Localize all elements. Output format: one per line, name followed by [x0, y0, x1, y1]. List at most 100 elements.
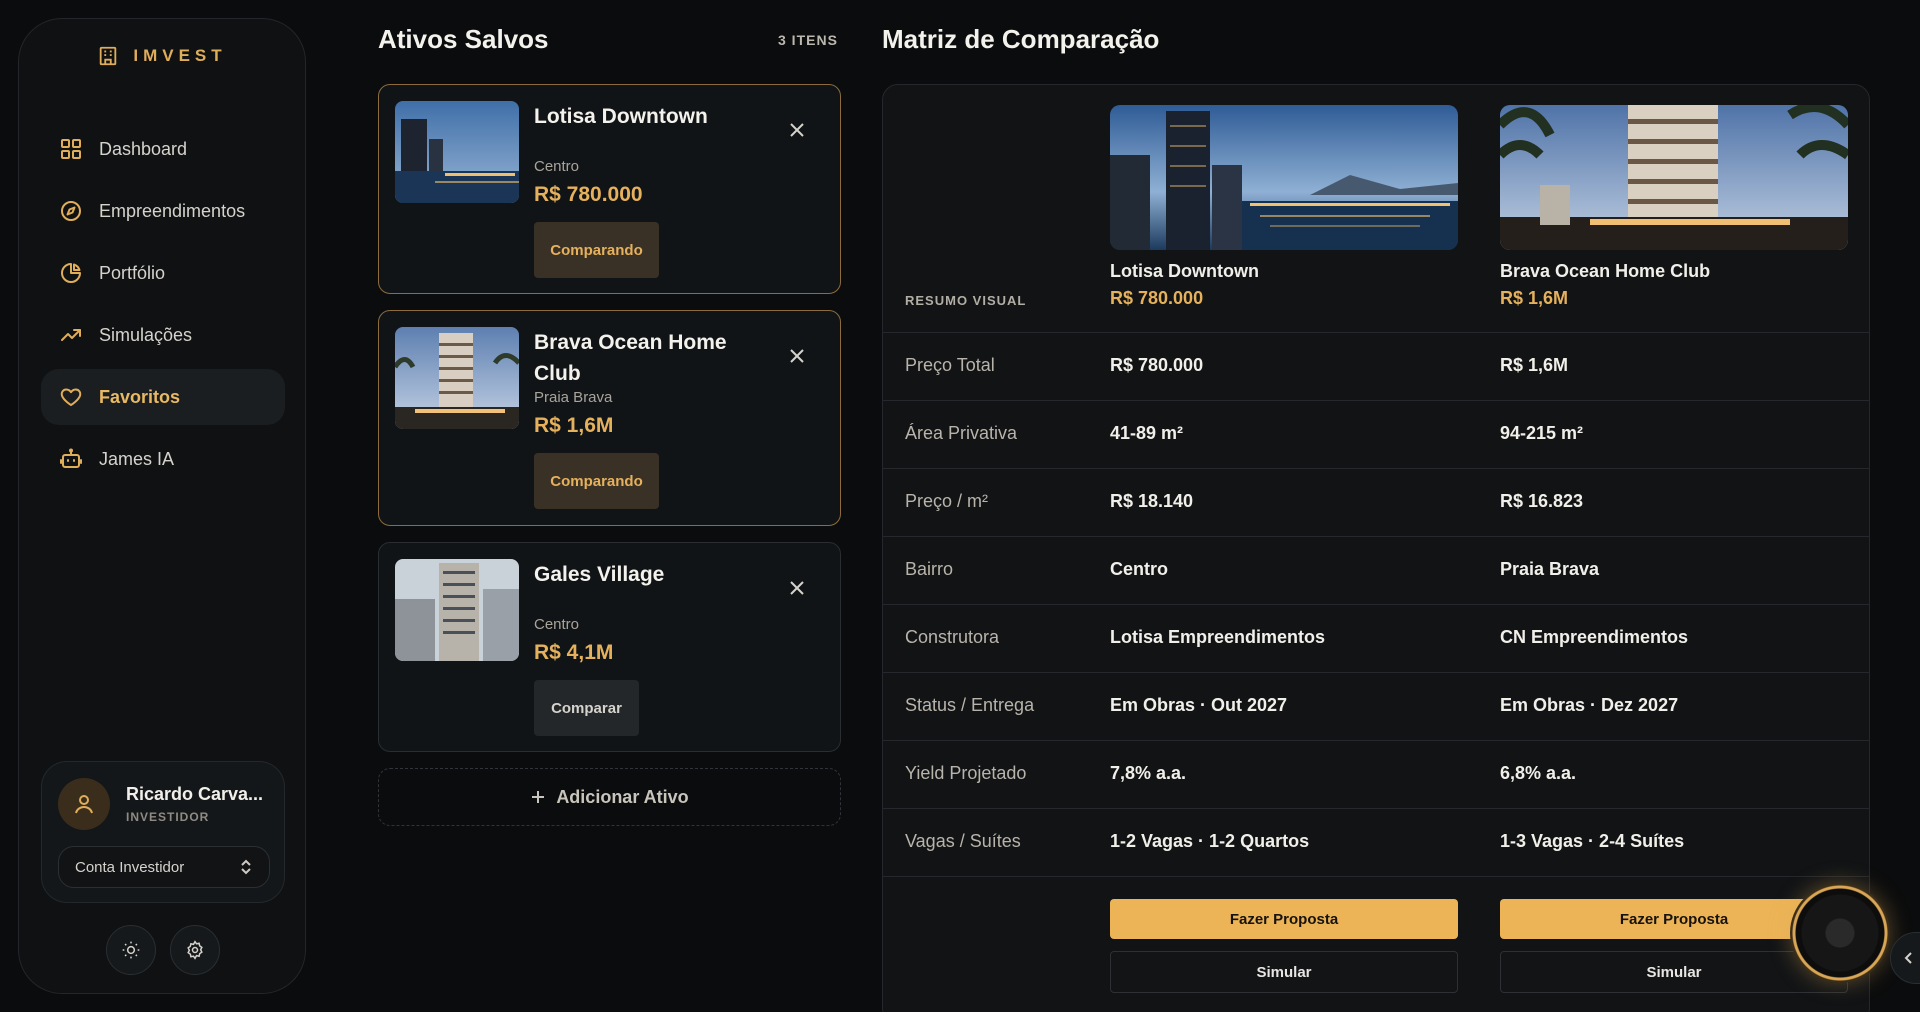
building-icon — [100, 46, 117, 66]
trending-up-icon — [61, 329, 81, 341]
avatar[interactable] — [58, 778, 110, 830]
property-name: Lotisa Downtown — [1110, 261, 1259, 281]
close-icon — [790, 581, 804, 595]
plus-icon — [532, 791, 545, 803]
asset-card[interactable]: Brava Ocean Home Club Praia Brava R$ 1,6… — [378, 310, 841, 526]
asset-name: Gales Village — [534, 563, 665, 586]
row-label: Área Privativa — [905, 423, 1018, 443]
simulate-button[interactable]: Simular — [1110, 951, 1458, 993]
compass-icon — [61, 201, 81, 221]
close-icon — [790, 349, 804, 363]
row-label: Status / Entrega — [905, 695, 1035, 715]
nav-label: Dashboard — [99, 138, 188, 159]
user-role: INVESTIDOR — [126, 810, 210, 824]
comparison-matrix: RESUMO VISUAL Lotisa Downtown R$ 780.000… — [882, 84, 1870, 1012]
row-value: R$ 780.000 — [1110, 355, 1204, 375]
nav-label: James IA — [99, 448, 175, 469]
asset-location: Centro — [534, 158, 580, 175]
asset-card[interactable]: Gales Village Centro R$ 4,1M Comparar — [378, 542, 841, 752]
app-root: IMVEST Dashboard Empreendimentos Portfól… — [0, 0, 1920, 1012]
main-nav: Dashboard Empreendimentos Portfólio Simu… — [41, 121, 285, 493]
theme-toggle-button[interactable] — [106, 925, 156, 975]
row-value: 94-215 m² — [1500, 423, 1584, 443]
chevron-left-icon — [1904, 952, 1912, 964]
saved-assets-title: Ativos Salvos — [378, 24, 549, 54]
nav-item-dashboard[interactable]: Dashboard — [41, 121, 285, 177]
asset-thumbnail — [395, 327, 519, 429]
gear-icon — [187, 940, 203, 960]
row-value: 1-2 Vagas · 1-2 Quartos — [1110, 831, 1310, 851]
row-value: 7,8% a.a. — [1110, 763, 1187, 783]
asset-location: Centro — [534, 616, 580, 633]
nav-label: Empreendimentos — [99, 200, 246, 221]
add-asset-label: Adicionar Ativo — [556, 786, 689, 807]
row-value: Centro — [1110, 559, 1168, 579]
add-asset-button[interactable]: Adicionar Ativo — [378, 768, 841, 826]
asset-card[interactable]: Lotisa Downtown Centro R$ 780.000 Compar… — [378, 84, 841, 294]
row-label: Preço / m² — [905, 491, 989, 511]
nav-label: Portfólio — [99, 262, 166, 283]
nav-item-favoritos[interactable]: Favoritos — [41, 369, 285, 425]
panel-toggle-button[interactable] — [1890, 932, 1920, 984]
row-value: 6,8% a.a. — [1500, 763, 1577, 783]
asset-price: R$ 1,6M — [534, 414, 614, 437]
row-value: Lotisa Empreendimentos — [1110, 627, 1326, 647]
row-divider — [883, 672, 1869, 673]
property-name: Brava Ocean Home Club — [1500, 261, 1711, 281]
account-select[interactable]: Conta Investidor — [58, 846, 270, 888]
user-name: Ricardo Carva... — [126, 784, 264, 804]
ai-assistant-orb[interactable] — [1790, 883, 1890, 983]
row-value: R$ 1,6M — [1500, 355, 1569, 375]
nav-item-simulacoes[interactable]: Simulações — [41, 307, 285, 363]
comparing-button[interactable]: Comparando — [534, 453, 659, 509]
row-label: Preço Total — [905, 355, 995, 375]
row-divider — [883, 808, 1869, 809]
asset-price: R$ 4,1M — [534, 641, 614, 664]
comparing-button[interactable]: Comparando — [534, 222, 659, 278]
remove-asset-button[interactable] — [786, 577, 808, 599]
asset-thumbnail — [395, 559, 519, 661]
make-proposal-button[interactable]: Fazer Proposta — [1110, 899, 1458, 939]
row-divider — [883, 536, 1869, 537]
brand[interactable]: IMVEST — [19, 45, 305, 67]
nav-item-james-ia[interactable]: James IA — [41, 431, 285, 487]
row-value: 1-3 Vagas · 2-4 Suítes — [1500, 831, 1685, 851]
property-price: R$ 1,6M — [1500, 288, 1569, 308]
heart-icon — [60, 388, 82, 406]
grid-icon — [61, 139, 81, 159]
row-divider — [883, 332, 1869, 333]
comparison-matrix-title: Matriz de Comparação — [882, 24, 1160, 54]
chevron-up-down-icon — [241, 859, 251, 875]
asset-name: Lotisa Downtown — [534, 105, 708, 128]
property-price: R$ 780.000 — [1110, 288, 1204, 308]
row-value: Em Obras · Dez 2027 — [1500, 695, 1679, 715]
row-value: CN Empreendimentos — [1500, 627, 1689, 647]
brand-name: IMVEST — [133, 46, 227, 65]
visual-summary-label: RESUMO VISUAL — [905, 293, 1027, 308]
remove-asset-button[interactable] — [786, 345, 808, 367]
sidebar: IMVEST Dashboard Empreendimentos Portfól… — [18, 18, 306, 994]
nav-item-portfolio[interactable]: Portfólio — [41, 245, 285, 301]
settings-button[interactable] — [170, 925, 220, 975]
asset-name: Brava Ocean Home Club — [534, 331, 727, 385]
sun-icon — [122, 941, 140, 959]
saved-count: 3 ITENS — [778, 32, 838, 48]
user-icon — [75, 795, 93, 814]
compare-button[interactable]: Comparar — [534, 680, 639, 736]
nav-label: Simulações — [99, 324, 193, 345]
property-image — [1500, 105, 1848, 250]
row-value: Em Obras · Out 2027 — [1110, 695, 1288, 715]
row-label: Yield Projetado — [905, 763, 1027, 783]
asset-price: R$ 780.000 — [534, 183, 643, 206]
row-divider — [883, 468, 1869, 469]
row-label: Vagas / Suítes — [905, 831, 1021, 851]
account-select-value: Conta Investidor — [75, 858, 185, 876]
row-label: Bairro — [905, 559, 954, 579]
pie-chart-icon — [61, 263, 81, 283]
row-divider — [883, 876, 1869, 877]
remove-asset-button[interactable] — [786, 119, 808, 141]
row-label: Construtora — [905, 627, 1000, 647]
asset-location: Praia Brava — [534, 389, 613, 406]
nav-item-empreendimentos[interactable]: Empreendimentos — [41, 183, 285, 239]
close-icon — [790, 123, 804, 137]
